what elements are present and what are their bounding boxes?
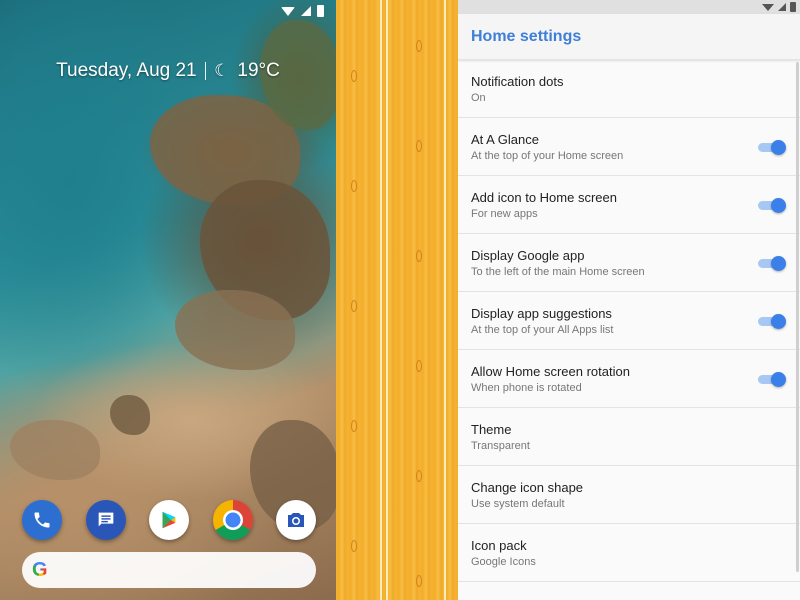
chrome-icon [222, 510, 243, 530]
signal-icon [301, 6, 311, 16]
setting-title: Display Google app [471, 247, 585, 263]
camera-icon [288, 513, 304, 527]
play-store-app-icon[interactable] [149, 500, 189, 540]
setting-row-add-icon-to-home-screen[interactable]: Add icon to Home screen For new apps [458, 176, 800, 234]
battery-icon [317, 5, 324, 17]
wood-knot [351, 180, 357, 192]
wood-knot [351, 540, 357, 552]
google-g-icon: G [32, 558, 48, 581]
app-bar: Home settings [458, 14, 800, 60]
battery-icon [790, 2, 796, 12]
toggle-switch-allow-home-screen-rotation[interactable] [758, 371, 786, 387]
wood-knot [416, 360, 422, 372]
setting-row-theme[interactable]: Theme Transparent [458, 408, 800, 466]
setting-text: Allow Home screen rotation When phone is … [471, 364, 630, 394]
glance-date[interactable]: Tuesday, Aug 21 [56, 60, 197, 82]
wood-knot [416, 470, 422, 482]
setting-row-notification-dots[interactable]: Notification dots On [458, 60, 800, 118]
setting-subtitle: For new apps [471, 207, 538, 220]
toggle-switch-add-icon-to-home-screen[interactable] [758, 197, 786, 213]
wood-edge [444, 0, 446, 600]
wallpaper-rock [10, 420, 100, 480]
wood-knot [416, 575, 422, 587]
setting-title: Notification dots [471, 73, 564, 89]
glance-temperature[interactable]: 19°C [237, 60, 279, 82]
screen: Tuesday, Aug 21 ☾ 19°C G Home settings N… [0, 0, 800, 600]
setting-subtitle: To the left of the main Home screen [471, 265, 645, 278]
setting-subtitle: Transparent [471, 439, 530, 452]
setting-row-display-app-suggestions[interactable]: Display app suggestions At the top of you… [458, 292, 800, 350]
setting-text: Display app suggestions At the top of you… [471, 306, 613, 336]
setting-row-allow-home-screen-rotation[interactable]: Allow Home screen rotation When phone is … [458, 350, 800, 408]
wood-knot [416, 40, 422, 52]
wifi-icon [762, 3, 774, 11]
page-title: Home settings [471, 27, 582, 45]
toggle-switch-display-google-app[interactable] [758, 255, 786, 271]
setting-title: At A Glance [471, 131, 539, 147]
wood-knot [351, 420, 357, 432]
setting-text: Theme Transparent [471, 422, 530, 452]
setting-text: Add icon to Home screen For new apps [471, 190, 617, 220]
setting-row-change-icon-shape[interactable]: Change icon shape Use system default [458, 466, 800, 524]
setting-row-at-a-glance[interactable]: At A Glance At the top of your Home scree… [458, 118, 800, 176]
google-search-bar[interactable]: G [22, 552, 316, 588]
message-icon [98, 512, 113, 527]
wifi-icon [281, 6, 295, 16]
setting-title: Add icon to Home screen [471, 189, 617, 205]
toggle-switch-display-app-suggestions[interactable] [758, 313, 786, 329]
setting-subtitle: Google Icons [471, 555, 536, 568]
setting-title: Theme [471, 421, 512, 437]
status-bar [0, 0, 336, 22]
toggle-thumb [771, 139, 786, 155]
wood-knot [351, 70, 357, 82]
toggle-thumb [771, 255, 786, 271]
home-screen[interactable]: Tuesday, Aug 21 ☾ 19°C G [0, 0, 336, 600]
wood-knot [351, 300, 357, 312]
toggle-thumb [771, 197, 786, 213]
camera-app-icon[interactable] [276, 500, 316, 540]
setting-row-icon-pack[interactable]: Icon pack Google Icons [458, 524, 800, 582]
status-bar [458, 0, 800, 14]
setting-title: Change icon shape [471, 479, 584, 495]
setting-text: At A Glance At the top of your Home scree… [471, 132, 623, 162]
chrome-app-icon[interactable] [212, 500, 253, 540]
toggle-thumb [771, 371, 786, 387]
setting-text: Notification dots On [471, 74, 564, 104]
setting-title: Allow Home screen rotation [471, 363, 630, 379]
setting-row-display-google-app[interactable]: Display Google app To the left of the mai… [458, 234, 800, 292]
setting-title: Display app suggestions [471, 305, 612, 321]
setting-subtitle: When phone is rotated [471, 381, 582, 394]
messages-app-icon[interactable] [85, 500, 126, 540]
wood-edge [380, 0, 382, 600]
wood-edge [386, 0, 388, 600]
at-a-glance-widget[interactable]: Tuesday, Aug 21 ☾ 19°C [0, 60, 336, 82]
wallpaper-rock [175, 290, 295, 370]
home-settings-screen: Home settings Notification dots On At A Gl… [458, 0, 800, 600]
setting-text: Display Google app To the left of the mai… [471, 248, 645, 278]
app-dock [22, 500, 316, 540]
play-triangle-icon [162, 511, 176, 529]
wallpaper-rock [110, 395, 150, 435]
glance-divider [204, 62, 207, 80]
toggle-thumb [771, 313, 786, 329]
wood-divider [336, 0, 458, 600]
settings-list: Notification dots On At A Glance At the top… [458, 60, 800, 582]
moon-icon: ☾ [214, 61, 230, 80]
setting-text: Change icon shape Use system default [471, 480, 583, 510]
wood-knot [416, 140, 422, 152]
phone-app-icon[interactable] [22, 500, 62, 540]
phone-icon [34, 512, 50, 528]
wood-knot [416, 250, 422, 262]
setting-subtitle: At the top of your Home screen [471, 149, 624, 162]
setting-subtitle: At the top of your All Apps list [471, 323, 614, 336]
signal-icon [778, 3, 786, 11]
setting-text: Icon pack Google Icons [471, 538, 536, 568]
setting-subtitle: On [471, 91, 486, 104]
setting-subtitle: Use system default [471, 497, 565, 510]
toggle-switch-at-a-glance[interactable] [758, 139, 786, 155]
setting-title: Icon pack [471, 537, 527, 553]
scrollbar[interactable] [796, 62, 799, 572]
